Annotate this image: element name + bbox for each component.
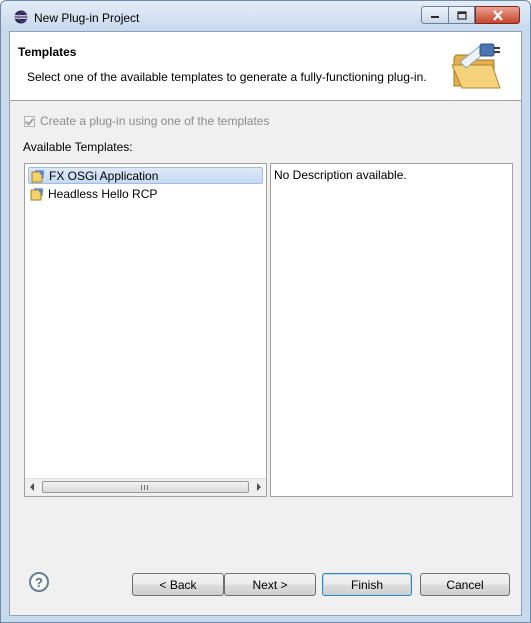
maximize-button[interactable] (448, 6, 475, 24)
use-template-checkbox[interactable] (24, 115, 35, 127)
eclipse-icon (14, 10, 28, 24)
close-button[interactable] (475, 6, 520, 24)
page-title: Templates (18, 45, 77, 59)
back-button[interactable]: < Back (132, 573, 224, 596)
next-button[interactable]: Next > (224, 573, 316, 596)
template-item-label: FX OSGi Application (49, 168, 159, 183)
template-icon (30, 187, 43, 200)
finish-button[interactable]: Finish (322, 573, 412, 596)
minimize-button[interactable] (421, 6, 449, 24)
templates-list[interactable]: FX OSGi Application Headless Hello RCP (24, 163, 267, 497)
grip-icon (141, 485, 148, 490)
horizontal-scrollbar[interactable] (25, 478, 266, 496)
template-icon (31, 169, 44, 182)
template-item-label: Headless Hello RCP (48, 186, 158, 201)
minimize-icon (431, 16, 439, 18)
wizard-banner: Templates Select one of the available te… (10, 32, 521, 101)
maximize-icon (456, 10, 467, 20)
template-item-headless-hello-rcp[interactable]: Headless Hello RCP (28, 185, 263, 202)
use-template-label: Create a plug-in using one of the templa… (40, 114, 270, 128)
page-description: Select one of the available templates to… (27, 70, 427, 84)
window-title: New Plug-in Project (34, 11, 140, 25)
plugin-folder-icon (451, 43, 501, 89)
title-bar[interactable]: New Plug-in Project (1, 1, 530, 31)
help-button[interactable]: ? (29, 572, 49, 592)
template-description-panel: No Description available. (270, 163, 513, 497)
scroll-right-icon[interactable] (257, 483, 261, 491)
close-icon (492, 9, 503, 21)
scroll-left-icon[interactable] (30, 483, 34, 491)
dialog-window: New Plug-in Project Templates Select one… (0, 0, 531, 623)
dialog-content: Templates Select one of the available te… (9, 31, 522, 616)
cancel-button[interactable]: Cancel (420, 573, 510, 596)
template-description-text: No Description available. (274, 168, 407, 182)
template-item-fx-osgi-application[interactable]: FX OSGi Application (28, 167, 263, 184)
help-icon: ? (35, 574, 43, 590)
scrollbar-thumb[interactable] (42, 481, 249, 493)
available-templates-label: Available Templates: (23, 140, 133, 154)
use-template-checkbox-row[interactable]: Create a plug-in using one of the templa… (24, 114, 269, 128)
